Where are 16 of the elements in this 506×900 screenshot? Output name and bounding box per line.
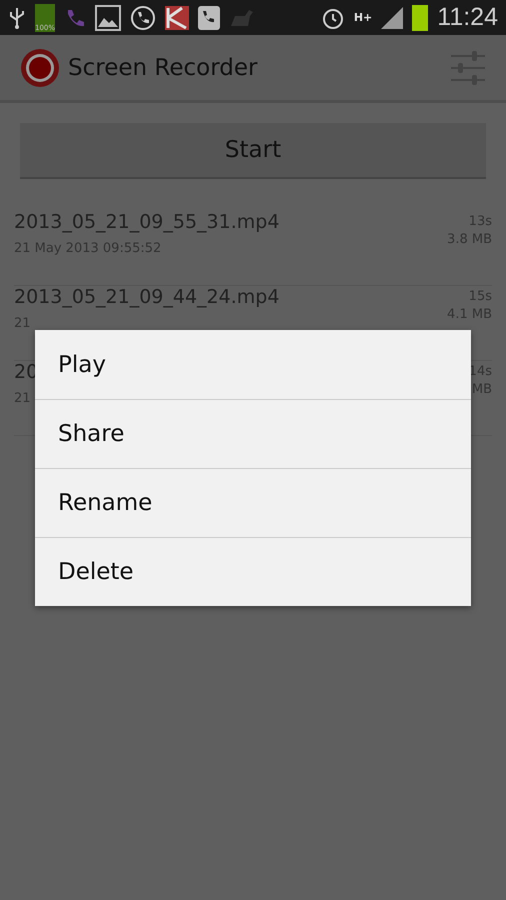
file-name: 2013_05_21_09_55_31.mp4: [14, 211, 280, 233]
battery-icon: [412, 4, 428, 30]
usb-icon: [8, 6, 26, 30]
clock: 11:24: [437, 3, 498, 32]
app-title: Screen Recorder: [68, 54, 258, 80]
phone-icon: [198, 6, 220, 30]
image-icon: [95, 4, 121, 30]
menu-item[interactable]: Rename: [35, 468, 471, 537]
record-icon: [20, 48, 60, 88]
shield-icon: [165, 6, 189, 30]
network-type: H+: [354, 11, 372, 24]
menu-item[interactable]: Delete: [35, 537, 471, 606]
menu-item[interactable]: Share: [35, 399, 471, 468]
file-name: 2013_05_21_09_44_24.mp4: [14, 286, 280, 308]
phone-icon: [130, 4, 156, 30]
signal-icon: [381, 6, 404, 28]
